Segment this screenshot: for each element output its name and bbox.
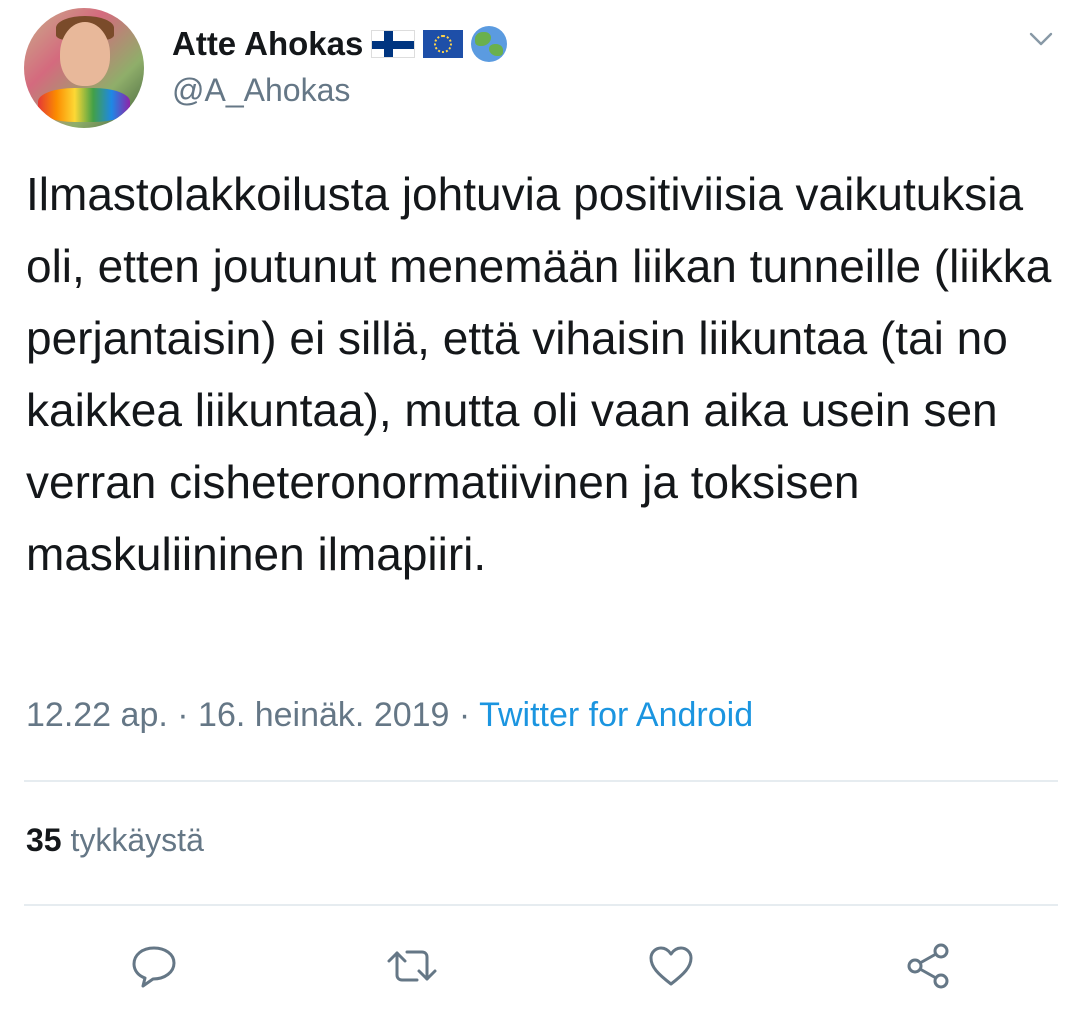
like-button[interactable] — [641, 936, 701, 996]
finland-flag-icon — [371, 30, 416, 58]
share-button[interactable] — [898, 936, 958, 996]
tweet-meta: 12.22 ap. · 16. heinäk. 2019 · Twitter f… — [26, 696, 753, 735]
retweet-icon — [387, 950, 437, 982]
heart-icon — [649, 946, 693, 986]
tweet-date: 16. heinäk. 2019 — [198, 696, 450, 734]
divider — [24, 904, 1058, 906]
eu-flag-icon — [423, 30, 464, 58]
chevron-down-icon[interactable] — [1028, 26, 1054, 52]
likes-label: tykkäystä — [70, 822, 204, 858]
avatar-face — [60, 22, 110, 86]
avatar[interactable] — [24, 8, 144, 128]
likes-stat[interactable]: 35 tykkäystä — [26, 822, 204, 859]
tweet-source-link[interactable]: Twitter for Android — [479, 696, 753, 734]
tweet-text: Ilmastolakkoilusta johtuvia positiviisia… — [26, 168, 1052, 580]
retweet-button[interactable] — [382, 936, 442, 996]
display-name[interactable]: Atte Ahokas — [172, 25, 363, 63]
tweet-time: 12.22 ap. — [26, 696, 168, 734]
globe-icon — [471, 26, 508, 62]
avatar-rainbow-scarf — [38, 88, 130, 122]
action-bar — [0, 936, 1080, 996]
user-name-row: Atte Ahokas — [172, 22, 508, 66]
meta-separator: · — [458, 696, 471, 734]
reply-button[interactable] — [124, 936, 184, 996]
meta-separator: · — [177, 696, 189, 734]
share-icon — [907, 943, 949, 989]
divider — [24, 780, 1058, 782]
user-handle[interactable]: @A_Ahokas — [172, 72, 350, 109]
reply-icon — [132, 946, 176, 988]
likes-count: 35 — [26, 822, 62, 858]
